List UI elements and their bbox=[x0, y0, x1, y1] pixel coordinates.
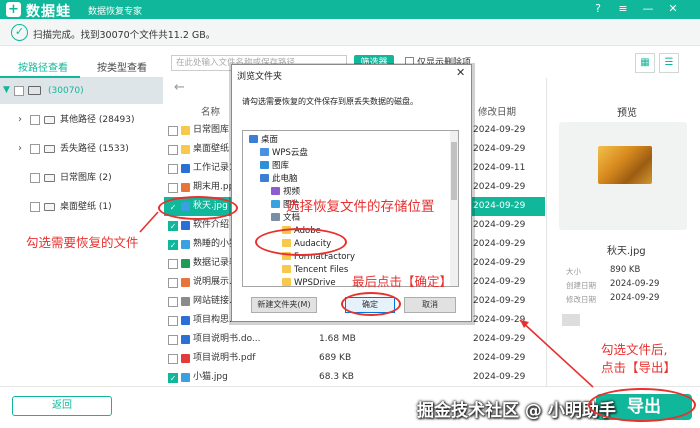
arrow-to-selected-file bbox=[139, 211, 159, 233]
annotation-arrows bbox=[139, 211, 594, 388]
arrow-to-export bbox=[519, 319, 594, 388]
